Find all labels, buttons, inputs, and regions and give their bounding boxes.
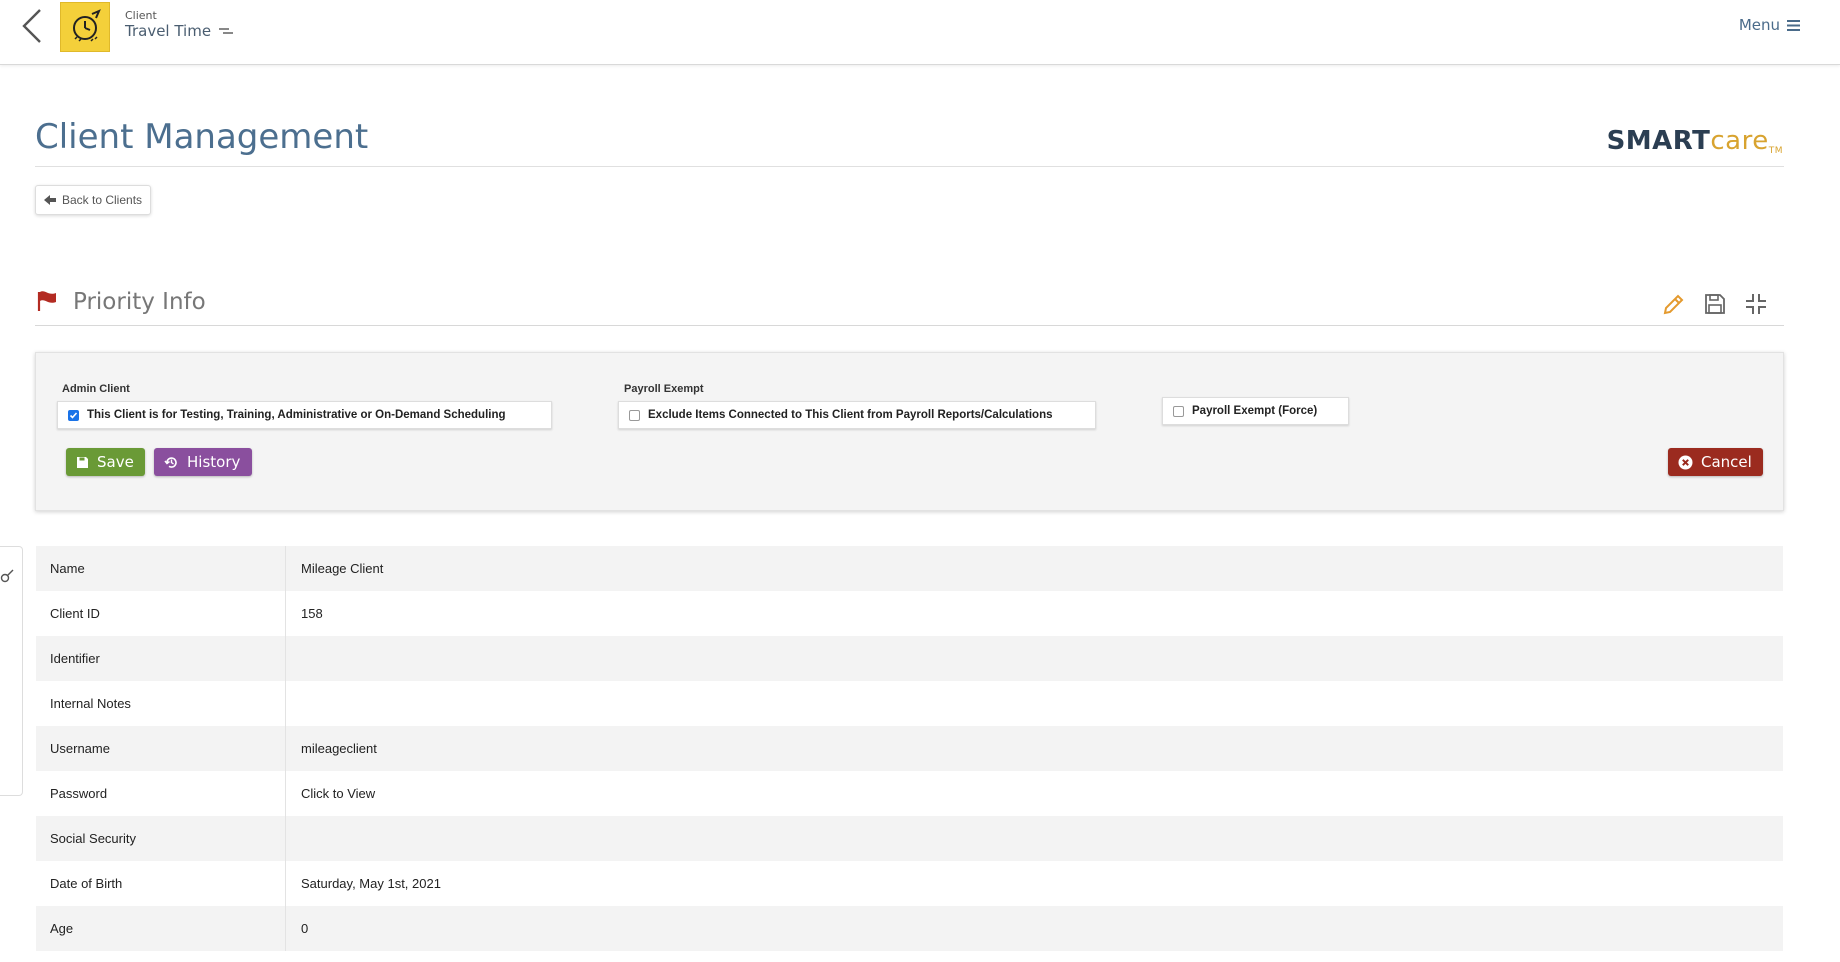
payroll-exempt-force-checkbox[interactable]: Payroll Exempt (Force) — [1162, 397, 1349, 425]
header-divider — [35, 166, 1784, 167]
field-name-cell: Social Security — [36, 816, 286, 861]
field-value-cell: Saturday, May 1st, 2021 — [301, 876, 441, 891]
brand-text-gold: care — [1710, 126, 1769, 156]
admin-client-option-label: This Client is for Testing, Training, Ad… — [87, 409, 506, 421]
history-button[interactable]: History — [154, 448, 252, 476]
menu-button[interactable]: Menu — [1739, 16, 1800, 34]
table-row: Social Security — [36, 816, 1783, 861]
payroll-exempt-checkbox-box[interactable] — [629, 409, 640, 421]
pencil-icon[interactable] — [1662, 292, 1686, 316]
field-value-cell: 158 — [301, 606, 323, 621]
cancel-label: Cancel — [1701, 453, 1752, 471]
field-value-cell: Mileage Client — [301, 561, 384, 576]
app-logo[interactable] — [60, 2, 110, 52]
back-to-clients-button[interactable]: Back to Clients — [35, 185, 152, 215]
table-row: Age 0 — [36, 906, 1783, 951]
field-name-cell: Age — [36, 906, 286, 951]
client-name: Travel Time — [125, 22, 212, 40]
client-details-table: Name Mileage Client Client ID 158 Identifier… — [36, 546, 1783, 951]
admin-client-label: Admin Client — [62, 383, 130, 395]
menu-label: Menu — [1738, 16, 1780, 34]
table-row: Name Mileage Client — [36, 546, 1783, 591]
admin-client-checkbox-box[interactable] — [68, 409, 79, 421]
field-name-cell: Date of Birth — [36, 861, 286, 906]
table-row: Internal Notes — [36, 681, 1783, 726]
field-value-cell: mileageclient — [301, 741, 377, 756]
key-icon[interactable] — [0, 568, 14, 586]
field-name-cell: Identifier — [36, 636, 286, 681]
payroll-exempt-option-label: Exclude Items Connected to This Client f… — [648, 409, 1053, 421]
brand-trademark: TM — [1768, 146, 1783, 156]
priority-info-panel: Admin Client This Client is for Testing,… — [35, 352, 1784, 511]
admin-client-checkbox[interactable]: This Client is for Testing, Training, Ad… — [57, 401, 552, 429]
field-value-cell[interactable]: Click to View — [286, 786, 375, 801]
breadcrumb-label: Client — [125, 9, 157, 22]
floppy-disk-icon — [77, 456, 88, 468]
save-label: Save — [97, 453, 134, 471]
history-icon — [164, 456, 177, 468]
field-name-cell: Username — [36, 726, 286, 771]
payroll-exempt-label: Payroll Exempt — [624, 383, 704, 395]
brand-logo: SMARTcareTM — [1607, 126, 1783, 156]
top-bar: Client Travel Time Menu — [0, 0, 1840, 65]
flag-icon — [37, 291, 56, 311]
arrow-left-icon — [44, 195, 56, 205]
field-name-cell: Client ID — [36, 591, 286, 636]
collapse-icon[interactable] — [1744, 292, 1768, 316]
save-button[interactable]: Save — [66, 448, 145, 476]
section-toolbar — [1662, 292, 1768, 316]
table-row: Password Click to View — [36, 771, 1783, 816]
table-row: Username mileageclient — [36, 726, 1783, 771]
switch-client-icon[interactable] — [219, 26, 234, 36]
field-name-cell: Name — [36, 546, 286, 591]
field-value-cell: 0 — [301, 921, 309, 936]
close-circle-icon — [1678, 455, 1693, 469]
page-title: Client Management — [35, 117, 369, 157]
field-name-cell: Password — [36, 771, 286, 816]
back-to-clients-label: Back to Clients — [62, 193, 143, 207]
table-row: Identifier — [36, 636, 1783, 681]
back-chevron-icon[interactable] — [18, 6, 48, 46]
hamburger-icon — [1787, 19, 1800, 31]
cancel-button[interactable]: Cancel — [1668, 448, 1763, 476]
payroll-exempt-force-checkbox-box[interactable] — [1173, 405, 1184, 417]
history-label: History — [187, 453, 241, 471]
payroll-exempt-force-label: Payroll Exempt (Force) — [1192, 405, 1318, 417]
field-name-cell: Internal Notes — [36, 681, 286, 726]
checkmark-icon — [69, 411, 78, 419]
travel-clock-icon — [73, 9, 101, 42]
section-title: Priority Info — [73, 289, 206, 315]
table-row: Date of Birth Saturday, May 1st, 2021 — [36, 861, 1783, 906]
table-row: Client ID 158 — [36, 591, 1783, 636]
floppy-disk-icon[interactable] — [1703, 292, 1727, 316]
breadcrumb-title: Travel Time — [125, 22, 234, 40]
brand-text-dark: SMART — [1606, 126, 1711, 156]
payroll-exempt-checkbox[interactable]: Exclude Items Connected to This Client f… — [618, 401, 1096, 429]
section-divider — [35, 325, 1784, 326]
